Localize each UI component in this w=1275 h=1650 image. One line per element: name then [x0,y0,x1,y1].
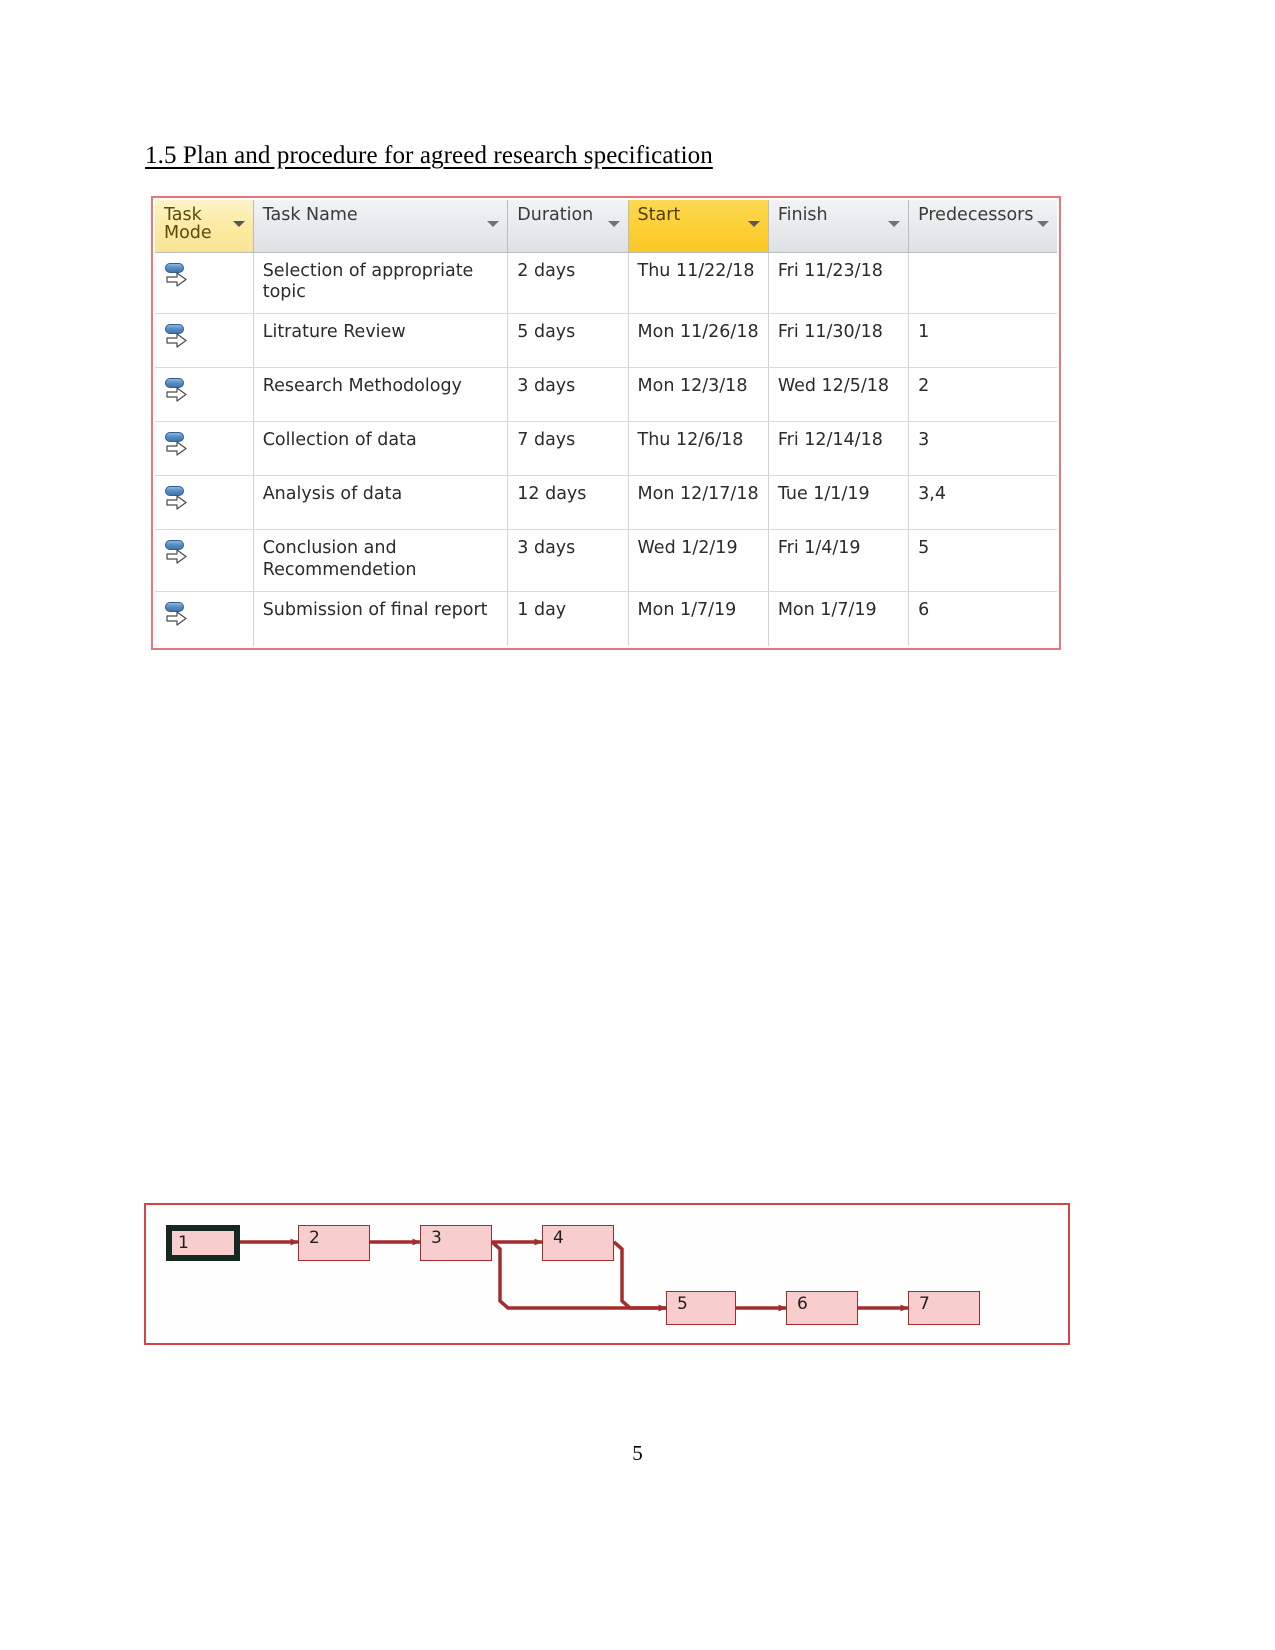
cell-predecessors: 2 [908,367,1057,423]
cell-duration: 7 days [507,421,629,477]
cell-finish: Fri 11/30/18 [768,313,910,369]
task-table: Task Mode Task Name Duration Start Finis… [155,200,1057,646]
page-number: 5 [632,1441,643,1465]
table-header-row: Task Mode Task Name Duration Start Finis… [155,200,1057,253]
cell-duration: 3 days [507,529,629,592]
network-node-6[interactable]: 6 [786,1291,858,1325]
cell-task-mode[interactable] [155,313,254,369]
page-heading: 1.5 Plan and procedure for agreed resear… [145,142,713,169]
table-row[interactable]: Submission of final report 1 day Mon 1/7… [155,591,1057,646]
network-node-label: 5 [677,1294,688,1314]
cell-finish: Mon 1/7/19 [768,591,910,646]
filter-dropdown-icon[interactable] [232,221,245,227]
cell-task-name: Submission of final report [253,591,509,646]
cell-predecessors [908,252,1057,315]
cell-task-mode[interactable] [155,475,254,531]
cell-predecessors: 5 [908,529,1057,592]
network-node-label: 4 [553,1228,564,1248]
auto-scheduled-icon [164,322,190,350]
cell-duration: 3 days [507,367,629,423]
column-header-predecessors-label: Predecessors [918,205,1034,225]
network-node-4[interactable]: 4 [542,1225,614,1261]
filter-dropdown-icon[interactable] [487,221,500,227]
cell-task-mode[interactable] [155,252,254,315]
column-header-duration-label: Duration [517,205,594,225]
auto-scheduled-icon [164,600,190,628]
column-header-task-mode[interactable]: Task Mode [155,200,254,253]
column-header-finish[interactable]: Finish [768,200,910,253]
auto-scheduled-icon [164,376,190,404]
cell-finish: Tue 1/1/19 [768,475,910,531]
cell-task-mode[interactable] [155,591,254,646]
filter-dropdown-icon[interactable] [1037,221,1049,227]
column-header-task-name-label: Task Name [262,205,358,225]
cell-duration: 1 day [507,591,629,646]
cell-task-name: Collection of data [253,421,509,477]
cell-task-name: Conclusion and Recommendetion [253,529,509,592]
network-node-label: 3 [431,1228,442,1248]
cell-task-name: Selection of appropriate topic [253,252,509,315]
link-4-5 [612,1240,667,1312]
cell-finish: Fri 11/23/18 [768,252,910,315]
network-node-1[interactable]: 1 [166,1225,240,1261]
cell-task-mode[interactable] [155,367,254,423]
table-row[interactable]: Collection of data 7 days Thu 12/6/18 Fr… [155,421,1057,477]
cell-task-mode[interactable] [155,529,254,592]
cell-start: Thu 11/22/18 [628,252,769,315]
cell-predecessors: 3,4 [908,475,1057,531]
cell-finish: Fri 12/14/18 [768,421,910,477]
cell-duration: 12 days [507,475,629,531]
cell-predecessors: 6 [908,591,1057,646]
table-row[interactable]: Research Methodology 3 days Mon 12/3/18 … [155,367,1057,423]
cell-duration: 2 days [507,252,629,315]
auto-scheduled-icon [164,261,190,289]
cell-task-name: Research Methodology [253,367,509,423]
cell-start: Mon 12/3/18 [628,367,769,423]
cell-predecessors: 1 [908,313,1057,369]
task-table-container: Task Mode Task Name Duration Start Finis… [155,200,1057,646]
table-row[interactable]: Litrature Review 5 days Mon 11/26/18 Fri… [155,313,1057,369]
task-table-image-frame: Task Mode Task Name Duration Start Finis… [151,196,1061,650]
cell-start: Mon 1/7/19 [628,591,769,646]
cell-predecessors: 3 [908,421,1057,477]
cell-start: Mon 11/26/18 [628,313,769,369]
auto-scheduled-icon [164,538,190,566]
network-node-label: 6 [797,1294,808,1314]
filter-dropdown-icon[interactable] [607,221,620,227]
network-node-label: 1 [178,1232,189,1253]
table-row[interactable]: Selection of appropriate topic 2 days Th… [155,252,1057,315]
network-node-2[interactable]: 2 [298,1225,370,1261]
cell-start: Mon 12/17/18 [628,475,769,531]
column-header-finish-label: Finish [777,205,828,225]
column-header-start[interactable]: Start [628,200,769,253]
cell-task-name: Analysis of data [253,475,509,531]
column-header-task-name[interactable]: Task Name [253,200,509,253]
task-table-header: Task Mode Task Name Duration Start Finis… [155,200,1057,253]
network-diagram-image-frame: 1 2 3 4 5 6 7 [144,1203,1070,1345]
network-node-7[interactable]: 7 [908,1291,980,1325]
network-node-label: 2 [309,1228,320,1248]
task-table-body: Selection of appropriate topic 2 days Th… [155,252,1057,646]
auto-scheduled-icon [164,430,190,458]
column-header-duration[interactable]: Duration [507,200,629,253]
column-header-start-label: Start [637,205,681,225]
cell-finish: Wed 12/5/18 [768,367,910,423]
cell-start: Wed 1/2/19 [628,529,769,592]
column-header-predecessors[interactable]: Predecessors [908,200,1057,253]
cell-duration: 5 days [507,313,629,369]
cell-start: Thu 12/6/18 [628,421,769,477]
table-row[interactable]: Conclusion and Recommendetion 3 days Wed… [155,529,1057,592]
cell-finish: Fri 1/4/19 [768,529,910,592]
filter-dropdown-icon[interactable] [888,221,901,227]
table-row[interactable]: Analysis of data 12 days Mon 12/17/18 Tu… [155,475,1057,531]
network-node-label: 7 [919,1294,930,1314]
cell-task-mode[interactable] [155,421,254,477]
network-node-5[interactable]: 5 [666,1291,736,1325]
network-node-3[interactable]: 3 [420,1225,492,1261]
filter-dropdown-icon[interactable] [747,221,760,227]
network-diagram-canvas: 1 2 3 4 5 6 7 [148,1207,1066,1341]
auto-scheduled-icon [164,484,190,512]
cell-task-name: Litrature Review [253,313,509,369]
